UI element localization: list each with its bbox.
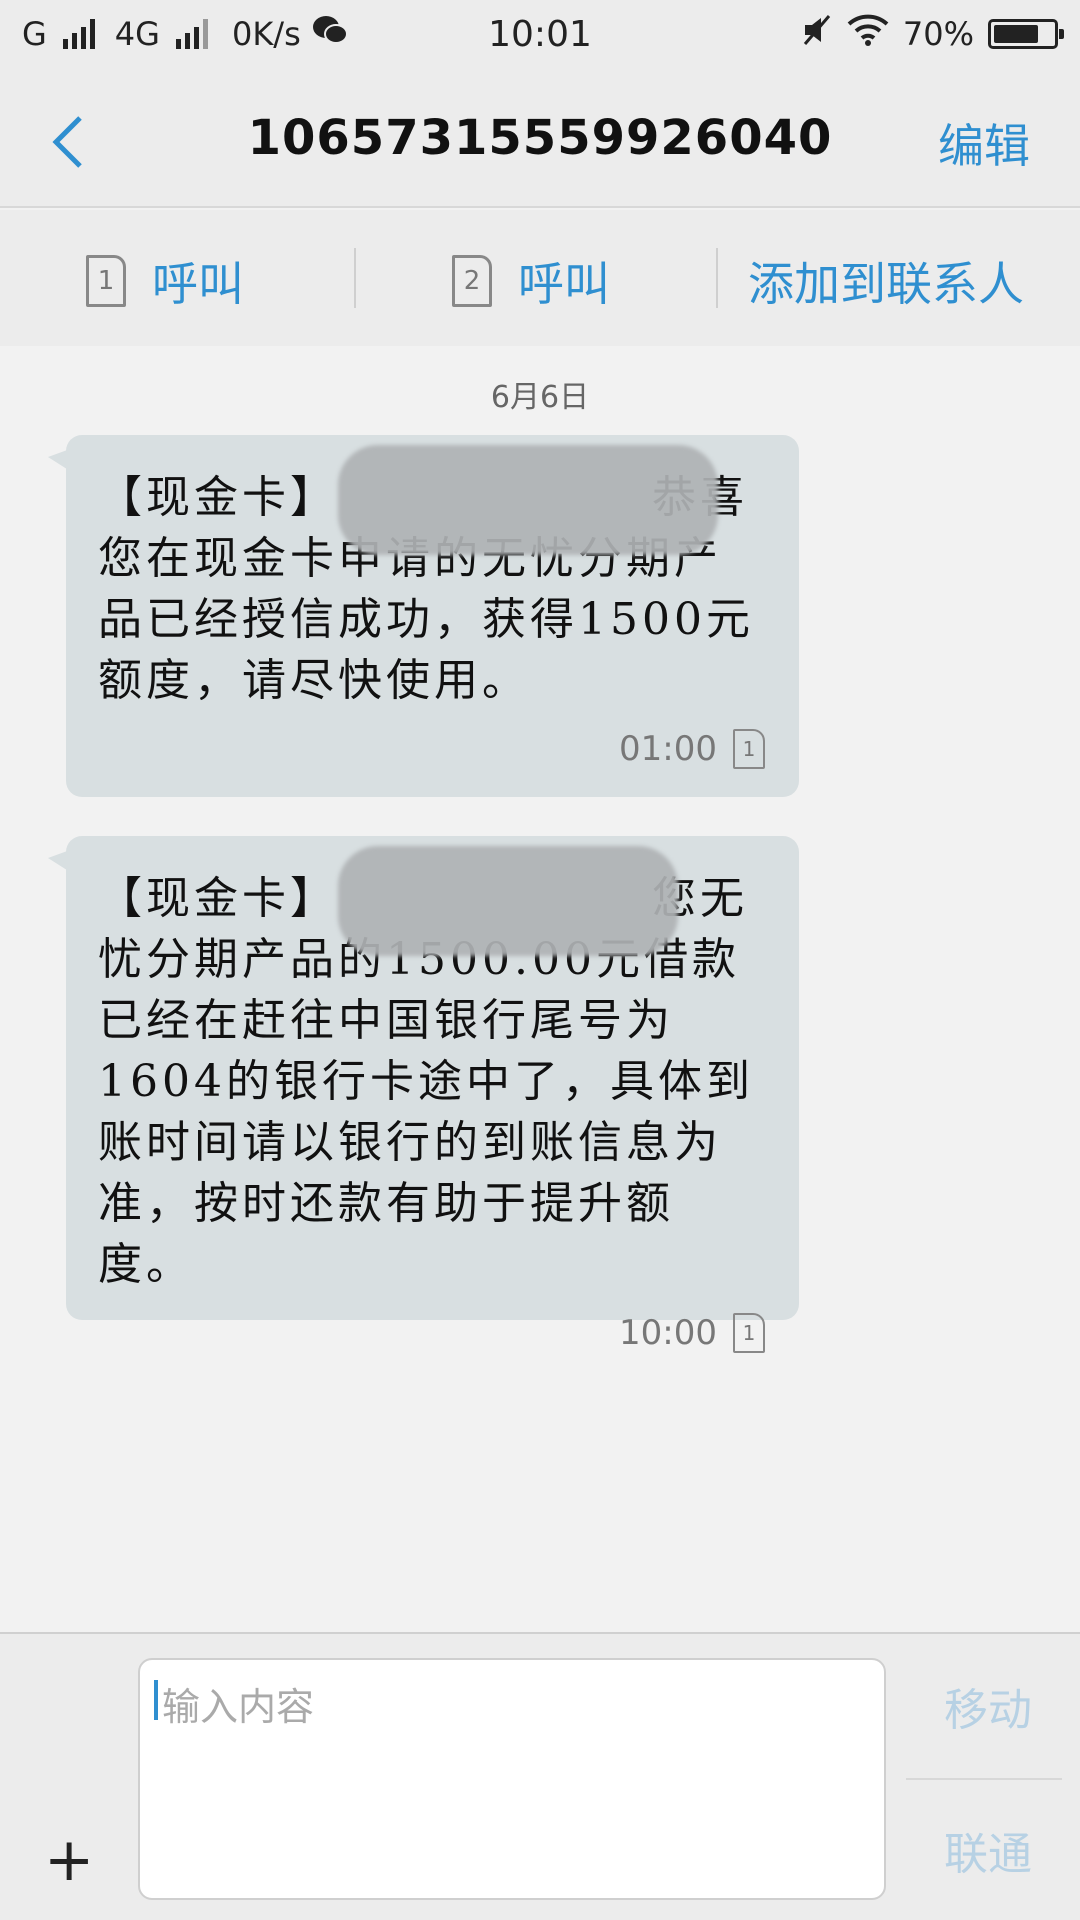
message-meta: 01:00 1 [98, 729, 765, 769]
date-separator: 6月6日 [490, 380, 590, 415]
message-time: 10:00 [619, 1313, 717, 1353]
battery-icon [988, 19, 1064, 49]
send-unicom-button[interactable]: 联通 [944, 1818, 1032, 1882]
message-bubble[interactable]: 【现金卡】 恭喜您在现金卡申请的无忧分期产品已经授信成功，获得1500元额度，请… [48, 435, 799, 797]
message-bubble[interactable]: 【现金卡】 您无忧分期产品的1500.00元借款已经在赶往中国银行尾号为1604… [48, 836, 799, 1353]
message-input-placeholder: 输入内容 [162, 1685, 315, 1729]
edit-button[interactable]: 编辑 [938, 110, 1030, 176]
message-input[interactable]: 输入内容 [138, 1658, 886, 1900]
add-attachment-button[interactable]: + [44, 1830, 94, 1890]
call-sim1-button[interactable]: 1 呼叫 [86, 248, 244, 314]
redaction-blur [338, 846, 678, 956]
sim1-icon: 1 [86, 255, 126, 307]
sim1-icon: 1 [733, 1313, 765, 1353]
text-cursor [154, 1680, 158, 1720]
mute-icon [801, 14, 833, 54]
add-to-contacts-label: 添加到联系人 [748, 257, 1024, 311]
divider [354, 248, 356, 308]
status-right: 70% [801, 14, 1064, 54]
sim2-icon: 2 [452, 255, 492, 307]
send-mobile-button[interactable]: 移动 [944, 1674, 1032, 1738]
sim1-icon: 1 [733, 729, 765, 769]
call-sim2-label: 呼叫 [518, 257, 610, 311]
redaction-blur [338, 445, 718, 555]
divider [716, 248, 718, 308]
message-composer: + 输入内容 移动 联通 [0, 1632, 1080, 1920]
contact-number-title: 10657315559926040 [247, 110, 833, 166]
battery-percent: 70% [902, 15, 974, 53]
conversation-header: 10657315559926040 编辑 [0, 72, 1080, 208]
divider [906, 1778, 1062, 1780]
call-sim2-button[interactable]: 2 呼叫 [452, 248, 610, 314]
battery-fill [994, 25, 1038, 43]
call-sim1-label: 呼叫 [152, 257, 244, 311]
add-to-contacts-button[interactable]: 添加到联系人 [748, 248, 1024, 314]
action-bar: 1 呼叫 2 呼叫 添加到联系人 [0, 210, 1080, 346]
wifi-icon [847, 14, 889, 54]
message-meta: 10:00 1 [98, 1313, 765, 1353]
message-time: 01:00 [619, 729, 717, 769]
status-bar: G 4G 0K/s 10:01 70% [0, 0, 1080, 72]
